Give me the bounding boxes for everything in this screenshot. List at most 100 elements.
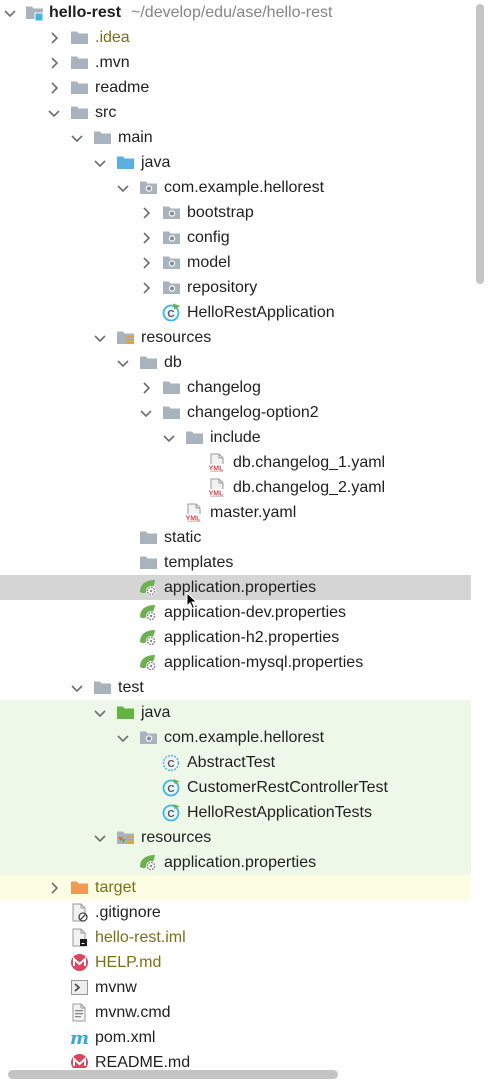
folder-icon bbox=[70, 78, 89, 97]
tree-node[interactable]: YML master.yaml bbox=[0, 500, 471, 525]
tree-node[interactable]: com.example.hellorest bbox=[0, 725, 471, 750]
tree-node[interactable]: model bbox=[0, 250, 471, 275]
chevron-down-icon[interactable] bbox=[92, 700, 108, 725]
tree-node-label: com.example.hellorest bbox=[164, 179, 325, 196]
horizontal-scrollbar[interactable] bbox=[0, 1068, 489, 1083]
tree-node[interactable]: com.example.hellorest bbox=[0, 175, 471, 200]
svg-text:C: C bbox=[167, 809, 174, 820]
chevron-down-icon[interactable] bbox=[115, 175, 131, 200]
tree-node[interactable]: repository bbox=[0, 275, 471, 300]
vertical-scrollbar-thumb[interactable] bbox=[476, 4, 484, 284]
tree-node[interactable]: application-h2.properties bbox=[0, 625, 471, 650]
tree-node[interactable]: main bbox=[0, 125, 471, 150]
spring-properties-icon bbox=[139, 603, 158, 622]
chevron-right-icon[interactable] bbox=[46, 50, 62, 75]
tree-node[interactable]: test bbox=[0, 675, 471, 700]
horizontal-scrollbar-thumb[interactable] bbox=[8, 1070, 338, 1079]
folder-icon bbox=[70, 28, 89, 47]
source-folder-icon bbox=[116, 153, 135, 172]
chevron-down-icon[interactable] bbox=[69, 125, 85, 150]
tree-node[interactable]: src bbox=[0, 100, 471, 125]
chevron-down-icon[interactable] bbox=[2, 0, 18, 25]
markdown-file-icon bbox=[70, 1053, 89, 1068]
tree-node[interactable]: C HelloRestApplication bbox=[0, 300, 471, 325]
tree-node[interactable]: YML db.changelog_2.yaml bbox=[0, 475, 471, 500]
yaml-file-icon: YML bbox=[208, 478, 227, 497]
tree-node[interactable]: templates bbox=[0, 550, 471, 575]
chevron-down-icon[interactable] bbox=[69, 675, 85, 700]
chevron-down-icon[interactable] bbox=[92, 150, 108, 175]
tree-node[interactable]: resources bbox=[0, 325, 471, 350]
tree-node[interactable]: hello-rest.iml bbox=[0, 925, 471, 950]
spring-properties-icon bbox=[139, 653, 158, 672]
folder-icon bbox=[185, 428, 204, 447]
tree-node[interactable]: static bbox=[0, 525, 471, 550]
chevron-down-icon[interactable] bbox=[115, 725, 131, 750]
tree-node[interactable]: C CustomerRestControllerTest bbox=[0, 775, 471, 800]
tree-node-label: mvnw bbox=[95, 979, 137, 996]
tree-node[interactable]: .mvn bbox=[0, 50, 471, 75]
tree-node[interactable]: HELP.md bbox=[0, 950, 471, 975]
mouse-cursor-icon bbox=[186, 591, 198, 615]
tree-node[interactable]: application-dev.properties bbox=[0, 600, 471, 625]
tree-node[interactable]: config bbox=[0, 225, 471, 250]
module-folder-icon bbox=[25, 3, 44, 22]
chevron-right-icon[interactable] bbox=[138, 250, 154, 275]
tree-node[interactable]: include bbox=[0, 425, 471, 450]
tree-node-label: pom.xml bbox=[95, 1029, 156, 1046]
chevron-down-icon[interactable] bbox=[92, 325, 108, 350]
chevron-right-icon[interactable] bbox=[46, 25, 62, 50]
tree-node[interactable]: resources bbox=[0, 825, 471, 850]
tree-node[interactable]: YML db.changelog_1.yaml bbox=[0, 450, 471, 475]
tree-node[interactable]: readme bbox=[0, 75, 471, 100]
tree-node[interactable]: target bbox=[0, 875, 471, 900]
gitignore-file-icon bbox=[70, 903, 89, 922]
tree-node[interactable]: .idea bbox=[0, 25, 471, 50]
package-icon bbox=[162, 278, 181, 297]
project-tree: hello-rest ~/develop/edu/ase/hello-rest .i… bbox=[0, 0, 471, 1068]
tree-node[interactable]: mvnw bbox=[0, 975, 471, 1000]
test-resources-folder-icon bbox=[116, 828, 135, 847]
tree-node[interactable]: application.properties bbox=[0, 850, 471, 875]
chevron-right-icon[interactable] bbox=[46, 75, 62, 100]
chevron-down-icon[interactable] bbox=[161, 425, 177, 450]
iml-file-icon bbox=[70, 928, 89, 947]
tree-node-label: application-h2.properties bbox=[164, 629, 340, 646]
chevron-right-icon[interactable] bbox=[138, 275, 154, 300]
tree-node[interactable]: C HelloRestApplicationTests bbox=[0, 800, 471, 825]
tree-node-label: application-mysql.properties bbox=[164, 654, 364, 671]
tree-node[interactable]: application.properties bbox=[0, 575, 471, 600]
chevron-right-icon[interactable] bbox=[138, 375, 154, 400]
tree-node[interactable]: java bbox=[0, 700, 471, 725]
chevron-down-icon[interactable] bbox=[115, 350, 131, 375]
chevron-down-icon[interactable] bbox=[138, 400, 154, 425]
spring-properties-icon bbox=[139, 628, 158, 647]
tree-node-label: model bbox=[187, 254, 231, 271]
tree-node[interactable]: application-mysql.properties bbox=[0, 650, 471, 675]
test-class-icon: C bbox=[162, 803, 181, 822]
chevron-down-icon[interactable] bbox=[46, 100, 62, 125]
tree-node[interactable]: db bbox=[0, 350, 471, 375]
tree-node-label: db.changelog_2.yaml bbox=[233, 479, 386, 496]
tree-node-label: target bbox=[95, 879, 136, 896]
tree-node[interactable]: hello-rest ~/develop/edu/ase/hello-rest bbox=[0, 0, 471, 25]
tree-node-label: java bbox=[141, 154, 171, 171]
chevron-right-icon[interactable] bbox=[138, 225, 154, 250]
tree-node[interactable]: java bbox=[0, 150, 471, 175]
tree-node[interactable]: changelog bbox=[0, 375, 471, 400]
tree-node[interactable]: changelog-option2 bbox=[0, 400, 471, 425]
tree-node[interactable]: bootstrap bbox=[0, 200, 471, 225]
tree-node[interactable]: .gitignore bbox=[0, 900, 471, 925]
tree-node[interactable]: m pom.xml bbox=[0, 1025, 471, 1050]
tree-node[interactable]: README.md bbox=[0, 1050, 471, 1068]
tree-node-label: HelloRestApplicationTests bbox=[187, 804, 372, 821]
chevron-right-icon[interactable] bbox=[46, 875, 62, 900]
vertical-scrollbar[interactable] bbox=[471, 0, 489, 1068]
tree-node-label: src bbox=[95, 104, 117, 121]
svg-text:m: m bbox=[70, 1028, 89, 1047]
tree-node[interactable]: mvnw.cmd bbox=[0, 1000, 471, 1025]
tree-node[interactable]: C AbstractTest bbox=[0, 750, 471, 775]
tree-node-label: db bbox=[164, 354, 182, 371]
chevron-down-icon[interactable] bbox=[92, 825, 108, 850]
chevron-right-icon[interactable] bbox=[138, 200, 154, 225]
